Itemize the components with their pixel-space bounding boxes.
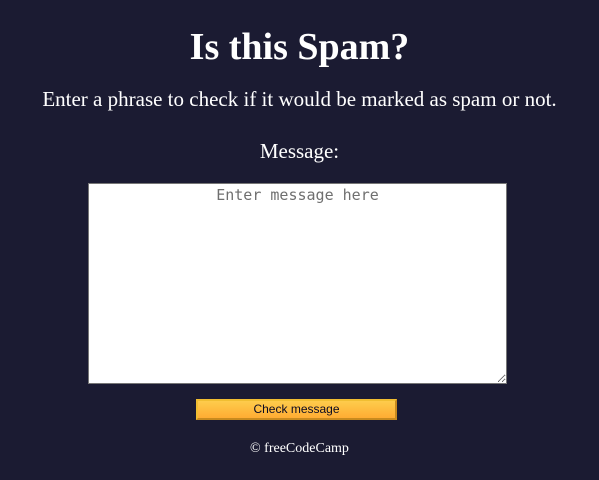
message-input[interactable]	[88, 183, 507, 384]
check-message-button[interactable]: Check message	[196, 399, 397, 420]
message-label: Message:	[259, 139, 340, 163]
page-description: Enter a phrase to check if it would be m…	[42, 87, 557, 111]
footer-copyright: © freeCodeCamp	[250, 441, 349, 456]
page-title: Is this Spam?	[189, 26, 410, 68]
